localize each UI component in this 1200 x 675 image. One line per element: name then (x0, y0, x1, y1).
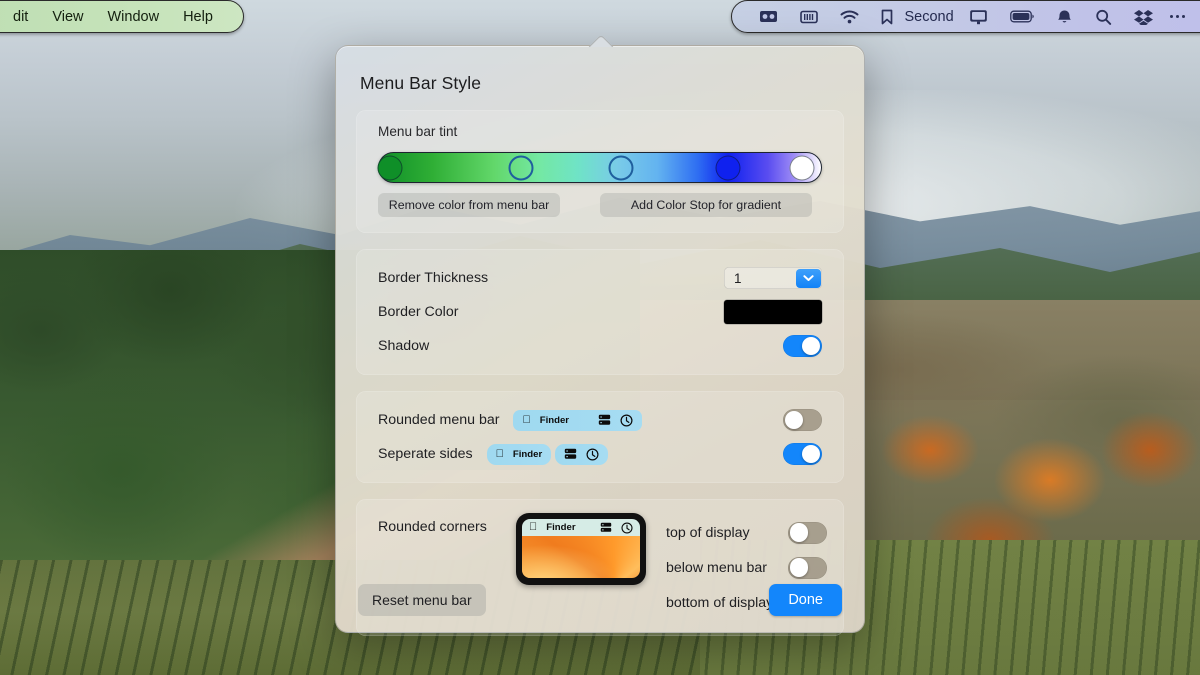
shadow-label: Shadow (378, 338, 430, 354)
photobooth-icon[interactable] (748, 9, 789, 24)
border-thickness-stepper[interactable]: 1 (724, 267, 822, 289)
menu-bar-left-segment: dit View Window Help (0, 0, 244, 33)
clock-icon (621, 521, 633, 534)
reset-menu-bar-button[interactable]: Reset menu bar (358, 584, 486, 616)
separate-sides-row: Seperate sides  Finder (378, 437, 822, 471)
menu-bar-shape-section: Rounded menu bar  Finder (356, 391, 844, 483)
color-stop-0[interactable] (377, 155, 403, 180)
top-of-display-toggle[interactable] (788, 521, 827, 544)
rounded-menu-bar-row: Rounded menu bar  Finder (378, 403, 822, 437)
menu-bar-second-label[interactable]: Second (904, 9, 957, 25)
dropbox-icon[interactable] (1123, 9, 1164, 25)
preview-app-name: Finder (504, 448, 542, 460)
bookmark-icon[interactable] (870, 9, 904, 25)
menu-item-help[interactable]: Help (171, 9, 225, 25)
apple-logo-icon:  (522, 414, 530, 426)
rounded-menu-bar-preview[interactable]:  Finder (513, 409, 643, 431)
rounded-menu-bar-label: Rounded menu bar (378, 412, 500, 428)
separate-sides-preview[interactable]:  Finder (486, 443, 609, 465)
remove-color-button[interactable]: Remove color from menu bar (378, 193, 560, 217)
border-color-label: Border Color (378, 304, 459, 320)
display-icon[interactable] (958, 9, 999, 25)
color-stop-1[interactable] (508, 155, 534, 180)
server-icon (564, 448, 577, 460)
rounded-menu-bar-toggle[interactable] (783, 409, 822, 431)
menu-bar: dit View Window Help Second (0, 0, 1200, 34)
border-thickness-value: 1 (734, 270, 742, 286)
apple-logo-icon:  (496, 448, 504, 460)
display-preview-menubar:  Finder (522, 519, 640, 536)
shadow-row: Shadow (378, 329, 822, 363)
wifi-icon[interactable] (829, 10, 870, 24)
gradient-slider[interactable] (377, 152, 822, 183)
preview-app-name: Finder (538, 522, 575, 533)
border-thickness-label: Border Thickness (378, 270, 489, 286)
shadow-toggle[interactable] (783, 335, 822, 357)
menu-bar-right-segment: Second (731, 0, 1200, 33)
clock-icon (620, 413, 633, 427)
menu-item-window[interactable]: Window (96, 9, 172, 25)
tint-buttons: Remove color from menu bar Add Color Sto… (378, 193, 822, 217)
battery-icon[interactable] (999, 10, 1045, 23)
done-button[interactable]: Done (769, 584, 842, 616)
corner-option-top-of-display: top of display (666, 515, 827, 550)
search-icon[interactable] (1084, 9, 1123, 25)
popover-footer: Reset menu bar Done (336, 568, 864, 632)
keyboard-brightness-icon[interactable] (789, 10, 829, 24)
server-icon (598, 414, 611, 426)
rounded-corners-label: Rounded corners (378, 519, 487, 535)
border-color-row: Border Color (378, 295, 822, 329)
menu-bar-tint-label: Menu bar tint (378, 124, 458, 139)
menu-item-edit[interactable]: dit (1, 9, 40, 25)
color-stop-4[interactable] (789, 155, 815, 180)
server-icon (600, 522, 612, 533)
gradient-track[interactable] (378, 152, 822, 183)
more-dots-icon[interactable] (1164, 14, 1191, 19)
separate-sides-toggle[interactable] (783, 443, 822, 465)
separate-sides-label: Seperate sides (378, 446, 473, 462)
border-color-swatch[interactable] (724, 300, 822, 324)
add-color-stop-button[interactable]: Add Color Stop for gradient (600, 193, 812, 217)
page-title: Menu Bar Style (360, 73, 482, 93)
popover-arrow (585, 35, 615, 47)
chevron-down-icon[interactable] (795, 268, 821, 288)
preview-app-name: Finder (531, 414, 569, 426)
color-stop-2[interactable] (608, 155, 634, 180)
corner-option-label: top of display (666, 524, 750, 541)
clock-icon (586, 447, 599, 461)
menu-bar-style-popover: Menu Bar Style Menu bar tint Remove colo… (335, 45, 865, 636)
color-stop-3[interactable] (715, 155, 741, 180)
border-section: Border Thickness 1 Border Color Shadow (356, 249, 844, 375)
apple-logo-icon:  (529, 522, 537, 533)
menu-item-view[interactable]: View (40, 9, 95, 25)
bell-icon[interactable] (1045, 9, 1084, 24)
border-thickness-row: Border Thickness 1 (378, 261, 822, 295)
menu-bar-tint-section: Menu bar tint Remove color from menu bar… (356, 110, 844, 233)
